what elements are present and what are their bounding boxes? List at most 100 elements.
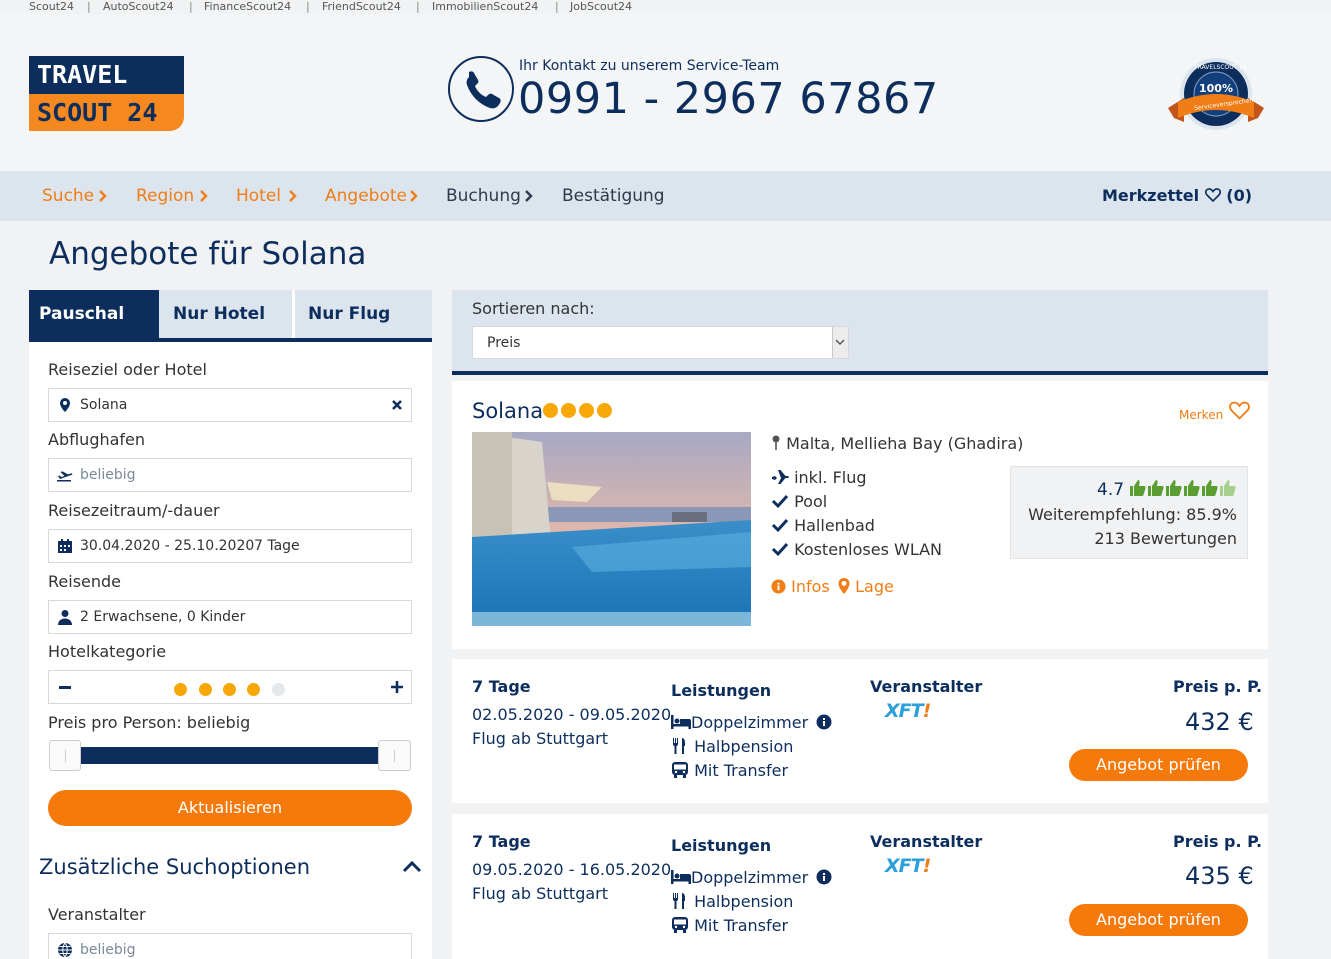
feature-flight: inkl. Flug [771,468,867,487]
chevron-up-icon[interactable] [402,860,422,873]
offer-duration: 7 Tage [472,832,531,851]
network-link-scout24[interactable]: Scout24 [29,0,74,14]
update-search-button[interactable]: Aktualisieren [48,790,412,826]
category-label: Hotelkategorie [48,642,167,661]
sort-value: Preis [487,335,521,351]
infos-label: Infos [791,577,830,596]
plus-icon[interactable] [391,681,403,693]
destination-field[interactable]: Solana [48,388,412,422]
merken-label: Merken [1179,408,1224,422]
plane-takeoff-icon [57,471,73,482]
map-marker-icon [838,578,850,594]
period-field[interactable]: 30.04.2020 - 25.10.2020 7 Tage [48,529,412,563]
airport-field[interactable]: beliebig [48,458,412,492]
separator: | [189,0,193,13]
cutlery-icon [673,738,685,754]
destination-value: Solana [80,397,128,413]
merkzettel-link[interactable]: Merkzettel (0) [1102,186,1252,205]
offer-flight: Flug ab Stuttgart [472,729,609,748]
tab-pauschal[interactable]: Pauschal [29,290,159,340]
check-offer-button[interactable]: Angebot prüfen [1069,904,1248,936]
operator-logo-text: XFT [885,700,924,722]
feature-pool: Pool [771,492,827,511]
separator: | [306,0,310,13]
price-range-slider[interactable] [49,740,411,771]
step-region[interactable]: Region [136,186,194,206]
map-pin-icon [60,398,70,412]
chevron-right-icon [99,190,107,202]
operator-field[interactable]: beliebig [48,933,412,959]
merken-button[interactable]: Merken [1179,401,1250,422]
feature-wlan: Kostenloses WLAN [771,540,942,559]
plane-icon [772,470,789,484]
period-value: 30.04.2020 - 25.10.2020 [80,538,255,554]
travellers-field[interactable]: 2 Erwachsene, 0 Kinder [48,600,412,634]
clear-icon[interactable] [391,399,403,411]
operator-heading: Veranstalter [870,677,983,696]
bus-icon [672,917,688,933]
step-suche[interactable]: Suche [42,186,94,206]
offer-board: Halbpension [671,892,793,911]
map-pin-icon [772,435,780,450]
separator: | [416,0,420,13]
bed-icon [671,715,691,729]
check-icon [771,518,789,533]
sort-select[interactable] [472,326,849,359]
offer-transfer: Mit Transfer [671,761,788,780]
airport-placeholder: beliebig [80,467,136,483]
hotel-star [561,403,576,418]
operator-logo-xft: XFT! [885,700,932,722]
tab-nur-hotel[interactable]: Nur Hotel [159,290,292,340]
price-range-fill [79,747,379,764]
hotel-category-stepper[interactable] [48,670,412,704]
infos-link[interactable]: Infos [771,577,830,596]
chevron-right-icon [289,190,297,202]
operator-logo-mark: ! [922,700,932,722]
offer-price: 432 € [1185,708,1254,736]
service-promise-seal: 100% TRAVELSCOUT 24 Serviceversprechen [1164,56,1268,136]
period-label: Reisezeitraum/-dauer [48,501,220,520]
network-link-autoscout24[interactable]: AutoScout24 [103,0,174,14]
hotel-name[interactable]: Solana [472,399,543,423]
category-dot [247,683,260,696]
step-angebote[interactable]: Angebote [325,186,407,206]
chevron-right-icon [200,190,208,202]
hotel-photo[interactable] [472,432,751,626]
price-max-handle[interactable] [378,740,411,771]
step-hotel[interactable]: Hotel [236,186,281,206]
minus-icon[interactable] [59,686,71,689]
select-dropdown-button[interactable] [832,327,848,358]
extra-options-toggle[interactable]: Zusätzliche Suchoptionen [39,855,310,879]
bed-icon [671,870,691,884]
info-icon[interactable] [816,869,832,885]
phone-icon [448,56,514,122]
network-link-financescout24[interactable]: FinanceScout24 [204,0,291,14]
info-icon[interactable] [816,714,832,730]
price-label: Preis p. P. [1173,677,1263,696]
offer-room: Doppelzimmer [671,868,832,887]
contact-phone-number[interactable]: 0991 - 2967 67867 [518,74,939,124]
check-offer-button[interactable]: Angebot prüfen [1069,749,1248,781]
network-link-jobscout24[interactable]: JobScout24 [570,0,632,14]
travelscout24-logo[interactable]: TRAVEL SCOUT 24 [29,56,184,131]
network-link-friendscout24[interactable]: FriendScout24 [322,0,401,14]
calendar-icon [58,539,72,553]
price-label: Preis p. P. [1173,832,1263,851]
lage-link[interactable]: Lage [838,577,894,596]
rating-box[interactable]: 4.7 Weiterempfehlung: 85.9% 213 Bewertun… [1010,466,1248,559]
price-min-handle[interactable] [49,740,81,771]
person-icon [58,610,72,625]
check-icon [771,494,789,509]
transfer-text: Mit Transfer [694,916,789,935]
network-link-immobilienscout24[interactable]: ImmobilienScout24 [432,0,538,14]
feature-flight-text: inkl. Flug [794,468,867,487]
tab-nur-flug[interactable]: Nur Flug [295,290,432,340]
services-label: Leistungen [671,681,772,700]
feature-wlan-text: Kostenloses WLAN [794,540,943,559]
operator-logo-xft: XFT! [885,855,931,877]
contact-label: Ihr Kontakt zu unserem Service-Team [519,58,780,74]
offer-dates: 09.05.2020 - 16.05.2020 [472,860,672,879]
merkzettel-label: Merkzettel [1102,186,1200,205]
hotel-star [579,403,594,418]
category-dot [199,683,212,696]
